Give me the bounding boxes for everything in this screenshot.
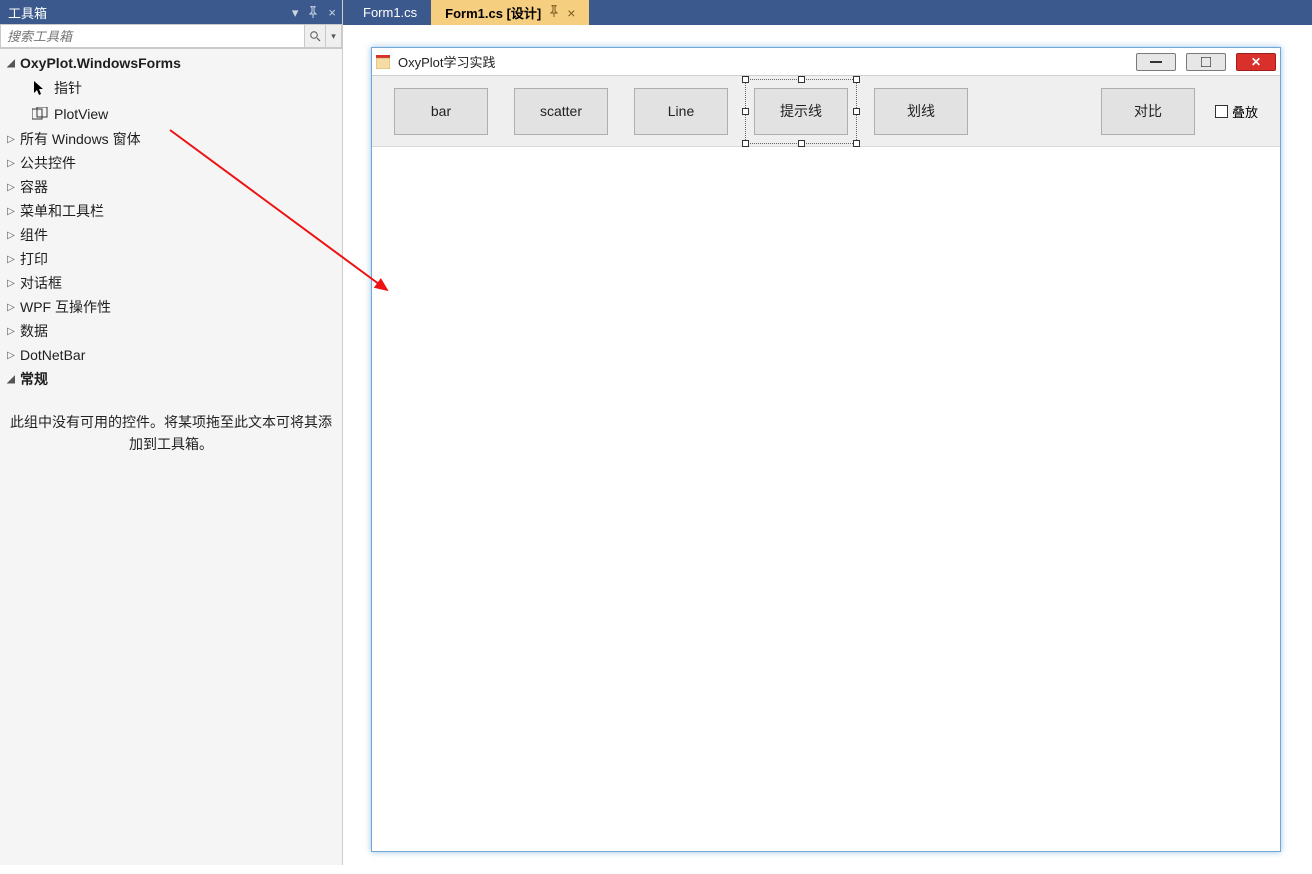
form-title: OxyPlot学习实践: [396, 52, 1126, 71]
toolbox-empty-note: 此组中没有可用的控件。将某项拖至此文本可将其添加到工具箱。: [0, 391, 342, 456]
caret-right-icon: ▷: [4, 158, 18, 169]
item-label: PlotView: [54, 106, 108, 122]
group-label: 容器: [20, 177, 48, 197]
toolbox-item-plotview[interactable]: PlotView: [22, 101, 342, 127]
toolbox-group[interactable]: ▷WPF 互操作性: [0, 295, 342, 319]
resize-handle[interactable]: [798, 76, 805, 83]
group-label: 组件: [20, 225, 48, 245]
caret-down-icon: ◢: [4, 374, 18, 385]
caret-right-icon: ▷: [4, 278, 18, 289]
button-hintline[interactable]: 提示线: [754, 88, 848, 135]
button-label: bar: [431, 103, 451, 119]
item-label: 指针: [54, 78, 82, 98]
group-label: 公共控件: [20, 153, 76, 173]
caret-down-icon: ◢: [4, 58, 18, 69]
toolbox-group[interactable]: ▷公共控件: [0, 151, 342, 175]
caret-right-icon: ▷: [4, 254, 18, 265]
toolbox-tree: ◢ OxyPlot.WindowsForms 指针 PlotView ▷所有 W…: [0, 49, 342, 865]
toolbox-header: 工具箱 ▾ ×: [0, 0, 342, 24]
pin-icon[interactable]: [308, 6, 318, 18]
group-label: DotNetBar: [20, 347, 85, 363]
resize-handle[interactable]: [742, 140, 749, 147]
caret-right-icon: ▷: [4, 134, 18, 145]
caret-right-icon: ▷: [4, 182, 18, 193]
toolbox-group[interactable]: ▷对话框: [0, 271, 342, 295]
form-icon: [376, 55, 390, 69]
pin-icon[interactable]: [549, 5, 559, 20]
group-label: 所有 Windows 窗体: [20, 129, 141, 149]
button-label: 对比: [1134, 101, 1162, 121]
toolbox-group[interactable]: ▷数据: [0, 319, 342, 343]
toolbox-group[interactable]: ▷组件: [0, 223, 342, 247]
resize-handle[interactable]: [742, 76, 749, 83]
toolbox-group[interactable]: ▷容器: [0, 175, 342, 199]
caret-right-icon: ▷: [4, 302, 18, 313]
button-scatter[interactable]: scatter: [514, 88, 608, 135]
pointer-icon: [26, 80, 54, 96]
group-label: OxyPlot.WindowsForms: [20, 55, 181, 71]
toolbox-group-oxyplot[interactable]: ◢ OxyPlot.WindowsForms: [0, 51, 342, 75]
editor-area: Form1.cs Form1.cs [设计] × OxyPlot学习实践 ✕: [343, 0, 1312, 865]
button-bar[interactable]: bar: [394, 88, 488, 135]
button-markline[interactable]: 划线: [874, 88, 968, 135]
caret-right-icon: ▷: [4, 230, 18, 241]
button-label: 提示线: [780, 101, 822, 121]
tab-label: Form1.cs: [363, 5, 417, 20]
checkbox-label: 叠放: [1232, 102, 1258, 121]
form-client-area[interactable]: [372, 146, 1280, 851]
resize-handle[interactable]: [853, 140, 860, 147]
search-dropdown-icon[interactable]: ▾: [326, 24, 342, 48]
resize-handle[interactable]: [853, 108, 860, 115]
tab-form1-design[interactable]: Form1.cs [设计] ×: [431, 0, 589, 25]
close-icon[interactable]: ×: [567, 5, 575, 21]
search-input[interactable]: [0, 24, 304, 48]
button-label: Line: [668, 103, 694, 119]
toolbox-group[interactable]: ▷所有 Windows 窗体: [0, 127, 342, 151]
form-titlebar: OxyPlot学习实践 ✕: [372, 48, 1280, 76]
group-label: WPF 互操作性: [20, 297, 111, 317]
group-label: 数据: [20, 321, 48, 341]
design-surface[interactable]: OxyPlot学习实践 ✕ bar scatter Line 提示线: [343, 25, 1312, 874]
group-label: 菜单和工具栏: [20, 201, 104, 221]
plotview-icon: [26, 107, 54, 121]
caret-right-icon: ▷: [4, 350, 18, 361]
toolbox-panel: 工具箱 ▾ × ▾ ◢ OxyPlot.WindowsForms 指针: [0, 0, 343, 865]
minimize-button[interactable]: [1136, 53, 1176, 71]
form-toolbar: bar scatter Line 提示线: [372, 76, 1280, 146]
resize-handle[interactable]: [853, 76, 860, 83]
caret-right-icon: ▷: [4, 206, 18, 217]
toolbox-item-pointer[interactable]: 指针: [22, 75, 342, 101]
button-label: 划线: [907, 101, 935, 121]
document-tabbar: Form1.cs Form1.cs [设计] ×: [343, 0, 1312, 25]
toolbox-title: 工具箱: [8, 3, 47, 22]
button-label: scatter: [540, 103, 582, 119]
group-label: 常规: [20, 369, 48, 389]
tab-label: Form1.cs [设计]: [445, 3, 541, 22]
toolbox-search-row: ▾: [0, 24, 342, 49]
maximize-button[interactable]: [1186, 53, 1226, 71]
toolbox-group[interactable]: ▷菜单和工具栏: [0, 199, 342, 223]
resize-handle[interactable]: [798, 140, 805, 147]
checkbox-box[interactable]: [1215, 105, 1228, 118]
toolbox-group-general[interactable]: ◢常规: [0, 367, 342, 391]
checkbox-stack[interactable]: 叠放: [1215, 102, 1258, 121]
group-label: 对话框: [20, 273, 62, 293]
close-button[interactable]: ✕: [1236, 53, 1276, 71]
caret-right-icon: ▷: [4, 326, 18, 337]
button-line[interactable]: Line: [634, 88, 728, 135]
close-x-icon: ✕: [1251, 55, 1261, 69]
dropdown-icon[interactable]: ▾: [292, 6, 299, 19]
button-compare[interactable]: 对比: [1101, 88, 1195, 135]
toolbox-group[interactable]: ▷DotNetBar: [0, 343, 342, 367]
toolbox-group[interactable]: ▷打印: [0, 247, 342, 271]
tab-form1-code[interactable]: Form1.cs: [349, 0, 431, 25]
group-label: 打印: [20, 249, 48, 269]
resize-handle[interactable]: [742, 108, 749, 115]
search-icon[interactable]: [304, 24, 326, 48]
form-window[interactable]: OxyPlot学习实践 ✕ bar scatter Line 提示线: [371, 47, 1281, 852]
close-icon[interactable]: ×: [328, 6, 336, 19]
